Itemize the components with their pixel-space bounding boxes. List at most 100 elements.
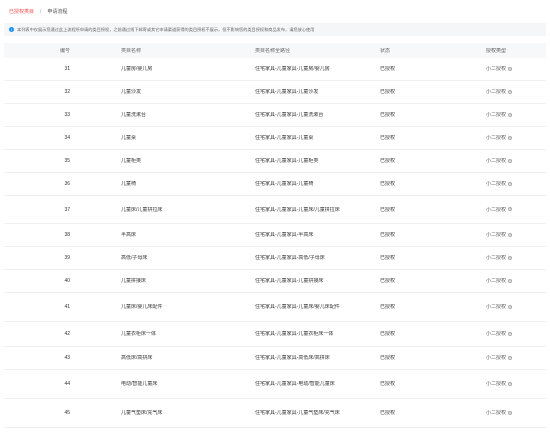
cell-id: 39 <box>4 255 70 261</box>
cell-status: 已授权 <box>365 355 467 361</box>
cell-status-text: 已授权 <box>380 135 396 141</box>
cell-path-text: 住宅家具-儿童家具-儿童床/儿童拼拉床 <box>255 206 340 213</box>
notice-text: 本列表中仅展示您通过此上流程所申请的类目授权，之前通过线下邮寄或其它申请渠道获得… <box>17 26 315 32</box>
cell-status-text: 已授权 <box>380 331 396 337</box>
help-icon[interactable]: ? <box>508 158 513 163</box>
cell-path: 住宅家具-儿童家具-儿童柜类 <box>238 158 365 164</box>
cell-type-text: 小二授权 <box>486 232 507 238</box>
cell-id: 37 <box>4 207 70 213</box>
category-table: 编号 类目名称 类目名称全路径 状态 授权类型 31 儿童房/婴儿房 住宅家具-儿童… <box>4 43 546 428</box>
table-row: 44 电动/智能儿童床 住宅家具-儿童家具-电动/智能儿童床 已授权 小二授权? <box>4 370 546 399</box>
header-path: 类目名称全路径 <box>255 47 291 54</box>
cell-path-text: 住宅家具-儿童家具-高低/子母床 <box>255 255 325 261</box>
help-icon[interactable]: ? <box>508 181 513 186</box>
help-icon[interactable]: ? <box>508 135 513 140</box>
help-icon[interactable]: ? <box>508 355 513 360</box>
help-icon[interactable]: ? <box>508 304 513 309</box>
cell-name: 儿童拼接床 <box>70 278 238 284</box>
cell-name-text: 儿童拼接床 <box>121 278 147 284</box>
help-icon[interactable]: ? <box>508 232 513 237</box>
table-row: 35 儿童柜类 住宅家具-儿童家具-儿童柜类 已授权 小二授权? <box>4 150 546 173</box>
header-id: 编号 <box>59 47 70 54</box>
cell-name: 儿童房/婴儿房 <box>70 66 238 72</box>
cell-name: 儿童沙发 <box>70 89 238 95</box>
cell-path: 住宅家具-儿童家具-儿童沙发 <box>238 89 365 95</box>
cell-type: 小二授权? <box>467 207 546 213</box>
cell-path: 住宅家具-儿童家具-儿童椅 <box>238 181 365 187</box>
cell-type-text: 小二授权 <box>486 89 507 95</box>
cell-name: 儿童椅 <box>70 181 238 187</box>
help-icon[interactable]: ? <box>508 381 513 386</box>
breadcrumb: 已授权类目 / 申请流程 <box>9 8 67 16</box>
table-row: 32 儿童沙发 住宅家具-儿童家具-儿童沙发 已授权 小二授权? <box>4 81 546 104</box>
cell-status: 已授权 <box>365 158 467 164</box>
cell-name-text: 半高床 <box>121 232 137 238</box>
cell-name: 儿童洗漱台 <box>70 112 238 118</box>
cell-id: 38 <box>4 232 70 238</box>
header-name: 类目名称 <box>121 47 142 54</box>
cell-type: 小二授权? <box>467 232 546 238</box>
cell-path: 住宅家具-儿童家具-儿童房/婴儿房 <box>238 66 365 72</box>
cell-status-text: 已授权 <box>380 255 396 261</box>
cell-type: 小二授权? <box>467 66 546 72</box>
cell-name-text: 儿童衣柜床一体 <box>121 331 157 337</box>
notice-bar: i 本列表中仅展示您通过此上流程所申请的类目授权，之前通过线下邮寄或其它申请渠道… <box>4 23 546 36</box>
cell-id: 43 <box>4 355 70 361</box>
help-icon[interactable]: ? <box>508 278 513 283</box>
cell-type-text: 小二授权 <box>486 304 507 310</box>
cell-path-text: 住宅家具-儿童家具-半高床 <box>255 232 314 238</box>
cell-name-text: 儿童沙发 <box>121 89 142 95</box>
help-icon[interactable]: ? <box>508 410 513 415</box>
cell-name-text: 儿童桌 <box>121 135 137 141</box>
cell-status: 已授权 <box>365 181 467 187</box>
cell-name-text: 儿童房/婴儿房 <box>121 66 153 72</box>
cell-name: 儿童柜类 <box>70 158 238 164</box>
help-icon[interactable]: ? <box>508 255 513 260</box>
cell-type-text: 小二授权 <box>486 278 507 284</box>
breadcrumb-separator: / <box>40 9 42 15</box>
cell-path: 住宅家具-儿童家具-儿童床/婴儿床配件 <box>238 304 365 310</box>
breadcrumb-apply-process[interactable]: 申请流程 <box>47 8 67 16</box>
help-icon[interactable]: ? <box>508 112 513 117</box>
cell-status-text: 已授权 <box>380 355 396 361</box>
help-icon[interactable]: ? <box>508 89 513 94</box>
cell-path: 住宅家具-儿童家具-儿童气垫床/充气床 <box>238 410 365 416</box>
cell-path-text: 住宅家具-儿童家具-儿童椅 <box>255 181 314 187</box>
cell-status: 已授权 <box>365 207 467 213</box>
cell-name-text: 儿童床/婴儿床配件 <box>121 304 163 310</box>
cell-id: 35 <box>4 158 70 164</box>
cell-type-text: 小二授权 <box>486 206 507 213</box>
cell-type-text: 小二授权 <box>486 112 507 118</box>
cell-type-text: 小二授权 <box>486 66 507 72</box>
cell-type-text: 小二授权 <box>486 255 507 261</box>
cell-type-text: 小二授权 <box>486 331 507 337</box>
cell-name-text: 儿童洗漱台 <box>121 112 147 118</box>
cell-type: 小二授权? <box>467 135 546 141</box>
cell-name: 儿童床/婴儿床配件 <box>70 304 238 310</box>
cell-status: 已授权 <box>365 66 467 72</box>
help-icon[interactable]: ? <box>508 331 513 336</box>
cell-name: 儿童桌 <box>70 135 238 141</box>
cell-status: 已授权 <box>365 304 467 310</box>
help-icon[interactable]: ? <box>508 66 513 71</box>
cell-status-text: 已授权 <box>380 304 396 310</box>
help-icon[interactable]: ? <box>508 207 513 212</box>
cell-id: 32 <box>4 89 70 95</box>
cell-path-text: 住宅家具-儿童家具-儿童沙发 <box>255 89 319 95</box>
cell-id: 34 <box>4 135 70 141</box>
cell-id: 40 <box>4 278 70 284</box>
table-row: 38 半高床 住宅家具-儿童家具-半高床 已授权 小二授权? <box>4 224 546 247</box>
cell-path: 住宅家具-儿童家具-半高床 <box>238 232 365 238</box>
cell-id: 41 <box>4 304 70 310</box>
table-row: 41 儿童床/婴儿床配件 住宅家具-儿童家具-儿童床/婴儿床配件 已授权 小二授权? <box>4 293 546 322</box>
cell-id: 36 <box>4 181 70 187</box>
cell-path: 住宅家具-儿童家具-儿童桌 <box>238 135 365 141</box>
cell-type-text: 小二授权 <box>486 410 507 416</box>
table-row: 45 儿童气垫床/充气床 住宅家具-儿童家具-儿童气垫床/充气床 已授权 小二授权? <box>4 399 546 428</box>
cell-status-text: 已授权 <box>380 232 396 238</box>
cell-type-text: 小二授权 <box>486 158 507 164</box>
table-row: 33 儿童洗漱台 住宅家具-儿童家具-儿童洗漱台 已授权 小二授权? <box>4 104 546 127</box>
breadcrumb-authorized-categories[interactable]: 已授权类目 <box>9 8 34 16</box>
cell-path-text: 住宅家具-儿童家具-儿童衣柜床一体 <box>255 331 334 337</box>
cell-path: 住宅家具-儿童家具-儿童洗漱台 <box>238 112 365 118</box>
